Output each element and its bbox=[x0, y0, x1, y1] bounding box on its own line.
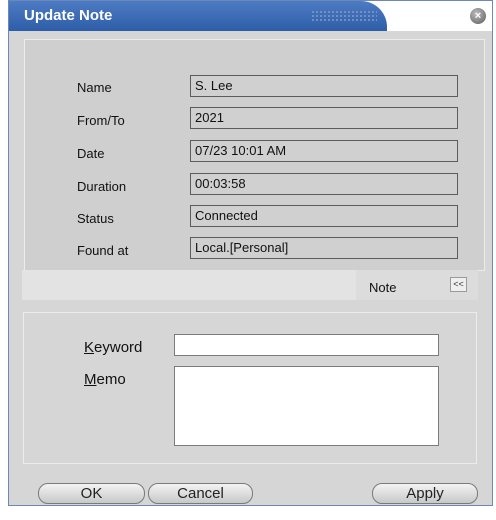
memo-accel: M bbox=[84, 371, 97, 388]
keyword-label: Keyword bbox=[84, 339, 142, 356]
collapse-note-button[interactable]: << bbox=[450, 277, 467, 292]
keyword-input[interactable] bbox=[174, 334, 439, 356]
memo-textarea[interactable] bbox=[174, 366, 439, 446]
keyword-label-rest: eyword bbox=[94, 339, 143, 356]
dialog-title: Update Note bbox=[24, 7, 113, 24]
duration-field: 00:03:58 bbox=[190, 173, 458, 195]
date-field: 07/23 10:01 AM bbox=[190, 140, 458, 162]
found-at-label: Found at bbox=[77, 243, 129, 258]
memo-label-rest: emo bbox=[96, 371, 126, 388]
name-field: S. Lee bbox=[190, 75, 458, 97]
from-to-field: 2021 bbox=[190, 107, 458, 129]
close-icon[interactable]: × bbox=[470, 8, 486, 24]
title-bar: Update Note × bbox=[9, 1, 492, 31]
call-details-panel: Name S. Lee From/To 2021 Date 07/23 10:0… bbox=[24, 39, 485, 271]
note-bar bbox=[22, 270, 356, 300]
status-field: Connected bbox=[190, 205, 458, 227]
drag-grip-icon[interactable] bbox=[311, 10, 377, 22]
date-label: Date bbox=[77, 146, 105, 161]
memo-label: Memo bbox=[84, 371, 126, 388]
duration-label: Duration bbox=[77, 179, 127, 194]
found-at-field: Local.[Personal] bbox=[190, 237, 458, 259]
note-label: Note bbox=[369, 280, 397, 295]
from-to-label: From/To bbox=[77, 113, 125, 128]
keyword-accel: K bbox=[84, 339, 95, 356]
cancel-button[interactable]: Cancel bbox=[148, 483, 253, 504]
ok-button[interactable]: OK bbox=[38, 483, 145, 504]
name-label: Name bbox=[77, 80, 112, 95]
apply-button[interactable]: Apply bbox=[372, 483, 478, 504]
status-label: Status bbox=[77, 211, 114, 226]
